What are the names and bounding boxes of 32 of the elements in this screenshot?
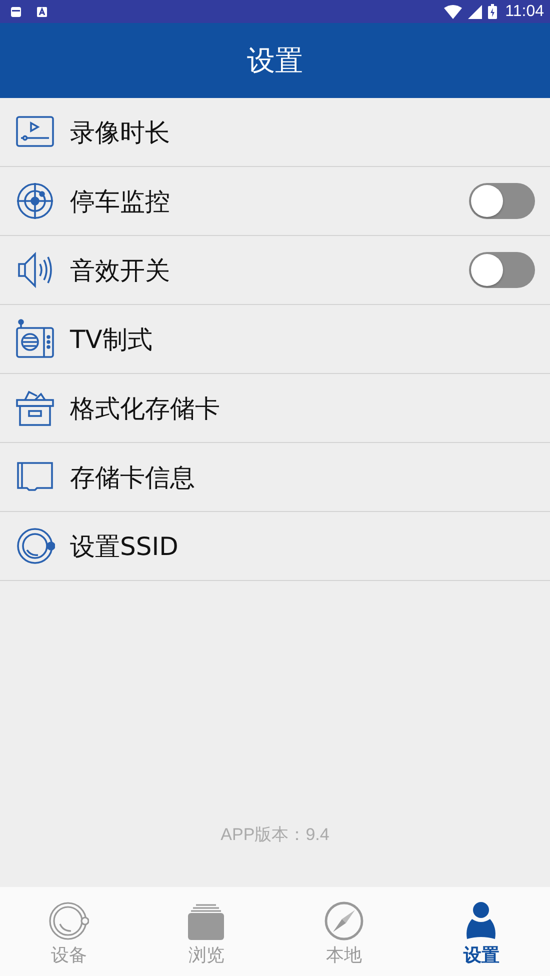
ring-icon [48, 900, 89, 940]
ring-icon [15, 526, 55, 566]
settings-row[interactable]: 设置SSID [0, 512, 550, 581]
setting-label: 停车监控 [70, 186, 170, 218]
target-icon [15, 181, 55, 221]
setting-label: 格式化存储卡 [70, 392, 220, 424]
compass-icon [324, 900, 364, 940]
toggle-switch[interactable] [469, 252, 535, 288]
radio-icon [15, 319, 55, 359]
speaker-icon [15, 250, 55, 290]
setting-label: TV制式 [70, 324, 152, 356]
wifi-icon [444, 4, 462, 18]
notification-icon [10, 6, 22, 18]
battery-icon [488, 4, 498, 19]
clock-time: 11:04 [505, 2, 544, 20]
signal-icon [468, 4, 482, 18]
settings-row[interactable]: 停车监控 [0, 167, 550, 236]
page-title: 设置 [247, 42, 303, 78]
nav-tab[interactable]: 设置 [412, 887, 550, 976]
setting-label: 音效开关 [70, 254, 170, 286]
setting-label: 设置SSID [70, 530, 178, 562]
settings-row[interactable]: 格式化存储卡 [0, 374, 550, 443]
settings-row[interactable]: 录像时长 [0, 98, 550, 167]
keyboard-icon [36, 6, 48, 18]
settings-row[interactable]: 音效开关 [0, 236, 550, 305]
setting-label: 录像时长 [70, 116, 170, 148]
box-icon [15, 388, 55, 428]
setting-label: 存储卡信息 [70, 462, 195, 494]
settings-row[interactable]: TV制式 [0, 305, 550, 374]
version-text: APP版本：9.4 [220, 824, 330, 846]
settings-row[interactable]: 存储卡信息 [0, 443, 550, 512]
toggle-switch[interactable] [469, 183, 535, 219]
